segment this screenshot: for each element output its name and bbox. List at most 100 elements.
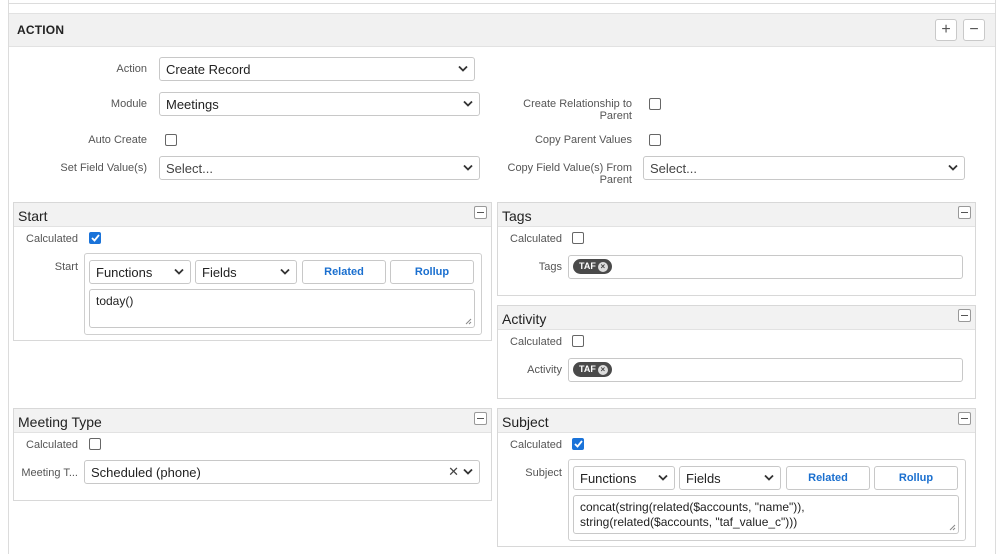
start-formula-text: today() [96, 294, 134, 308]
tags-panel-title: Tags [502, 208, 532, 224]
activity-panel-header: Activity [498, 306, 975, 330]
chevron-down-icon [948, 164, 958, 171]
chevron-down-icon [174, 268, 184, 275]
subject-calculated-label: Calculated [510, 439, 562, 451]
action-title: ACTION [17, 23, 65, 37]
create-relationship-label-line1: Create Relationship to [523, 98, 632, 110]
create-relationship-checkbox[interactable] [649, 98, 661, 110]
check-icon [574, 440, 583, 448]
chevron-down-icon [280, 268, 290, 275]
chevron-down-icon [463, 100, 473, 107]
subject-panel: Subject Calculated Subject Functions Fie… [497, 408, 976, 547]
resize-grip-icon[interactable] [949, 524, 956, 531]
action-label: Action [116, 63, 147, 75]
start-functions-label: Functions [96, 265, 153, 280]
copy-parent-values-checkbox[interactable] [649, 134, 661, 146]
start-formula-textarea[interactable]: today() [89, 289, 475, 328]
remove-action-button[interactable]: − [963, 19, 985, 41]
start-formula-editor: Functions Fields Related Rollup today() [84, 253, 482, 335]
meeting-type-panel: Meeting Type Calculated Meeting T... Sch… [13, 408, 492, 501]
start-related-button[interactable]: Related [302, 260, 386, 284]
meeting-type-field-label: Meeting T... [21, 467, 78, 479]
activity-panel-title: Activity [502, 311, 547, 327]
subject-functions-select[interactable]: Functions [573, 466, 675, 490]
tag-chip: TAF × [573, 362, 612, 377]
module-label: Module [110, 98, 147, 110]
auto-create-checkbox[interactable] [165, 134, 177, 146]
remove-tag-icon[interactable]: × [597, 262, 608, 272]
meeting-type-panel-title: Meeting Type [18, 414, 102, 430]
subject-formula-line1: concat(string(related($accounts, "name")… [580, 500, 805, 514]
set-field-values-label: Set Field Value(s) [60, 162, 147, 174]
copy-field-values-label: Copy Field Value(s) From Parent [480, 162, 633, 186]
meeting-type-calculated-label: Calculated [26, 439, 78, 451]
collapse-icon[interactable] [474, 412, 487, 425]
meeting-type-value: Scheduled (phone) [91, 465, 201, 480]
add-action-button[interactable]: + [935, 19, 957, 41]
copy-field-values-label-line2: Parent [599, 174, 632, 186]
subject-rollup-button[interactable]: Rollup [874, 466, 958, 490]
set-field-values-select[interactable]: Select... [159, 156, 480, 180]
copy-field-values-label-line1: Copy Field Value(s) From [507, 162, 633, 174]
collapse-icon[interactable] [474, 206, 487, 219]
subject-fields-label: Fields [686, 471, 721, 486]
subject-panel-header: Subject [498, 409, 975, 433]
create-relationship-label-line2: Parent [599, 110, 632, 122]
clear-icon[interactable]: ✕ [448, 464, 459, 480]
collapse-icon[interactable] [958, 412, 971, 425]
activity-calculated-label: Calculated [510, 336, 562, 348]
start-panel-header: Start [14, 203, 491, 227]
subject-formula-textarea[interactable]: concat(string(related($accounts, "name")… [573, 495, 959, 534]
meeting-type-select[interactable]: Scheduled (phone) ✕ [84, 460, 480, 484]
start-functions-select[interactable]: Functions [89, 260, 191, 284]
tags-input[interactable]: TAF × [568, 255, 963, 279]
chevron-down-icon [463, 164, 473, 171]
subject-functions-label: Functions [580, 471, 637, 486]
subject-fields-select[interactable]: Fields [679, 466, 781, 490]
chevron-down-icon [463, 468, 473, 475]
start-fields-label: Fields [202, 265, 237, 280]
tags-panel: Tags Calculated Tags TAF × [497, 202, 976, 296]
subject-formula-editor: Functions Fields Related Rollup concat(s… [568, 459, 966, 541]
meeting-type-calculated-checkbox[interactable] [89, 438, 101, 450]
copy-field-values-placeholder: Select... [650, 161, 697, 176]
subject-calculated-checkbox[interactable] [572, 438, 584, 450]
action-select[interactable]: Create Record [159, 57, 475, 81]
meeting-type-panel-header: Meeting Type [14, 409, 491, 433]
tag-chip: TAF × [573, 259, 612, 274]
chevron-down-icon [764, 474, 774, 481]
module-select-value: Meetings [166, 97, 219, 112]
module-select[interactable]: Meetings [159, 92, 480, 116]
action-header: ACTION + − [9, 13, 995, 47]
activity-input[interactable]: TAF × [568, 358, 963, 382]
activity-calculated-checkbox[interactable] [572, 335, 584, 347]
activity-panel: Activity Calculated Activity TAF × [497, 305, 976, 399]
subject-related-button[interactable]: Related [786, 466, 870, 490]
start-field-label: Start [54, 261, 78, 273]
start-calculated-label: Calculated [26, 233, 78, 245]
copy-field-values-select[interactable]: Select... [643, 156, 965, 180]
tag-chip-label: TAF [579, 364, 596, 374]
collapse-icon[interactable] [958, 206, 971, 219]
resize-grip-icon[interactable] [465, 318, 472, 325]
subject-panel-title: Subject [502, 414, 549, 430]
auto-create-label: Auto Create [88, 134, 147, 146]
collapse-icon[interactable] [958, 309, 971, 322]
action-select-value: Create Record [166, 62, 251, 77]
copy-parent-values-label: Copy Parent Values [534, 134, 632, 146]
set-field-values-placeholder: Select... [166, 161, 213, 176]
chevron-down-icon [458, 65, 468, 72]
start-rollup-button[interactable]: Rollup [390, 260, 474, 284]
start-calculated-checkbox[interactable] [89, 232, 101, 244]
start-panel-title: Start [18, 208, 48, 224]
subject-field-label: Subject [525, 467, 562, 479]
check-icon [91, 234, 100, 242]
create-relationship-label: Create Relationship to Parent [480, 98, 632, 122]
subject-formula-line2: string(related($accounts, "taf_value_c")… [580, 515, 798, 529]
start-panel: Start Calculated Start Functions Fields … [13, 202, 492, 341]
remove-tag-icon[interactable]: × [597, 365, 608, 375]
activity-field-label: Activity [527, 364, 562, 376]
tags-field-label: Tags [538, 261, 562, 273]
tags-calculated-checkbox[interactable] [572, 232, 584, 244]
start-fields-select[interactable]: Fields [195, 260, 297, 284]
